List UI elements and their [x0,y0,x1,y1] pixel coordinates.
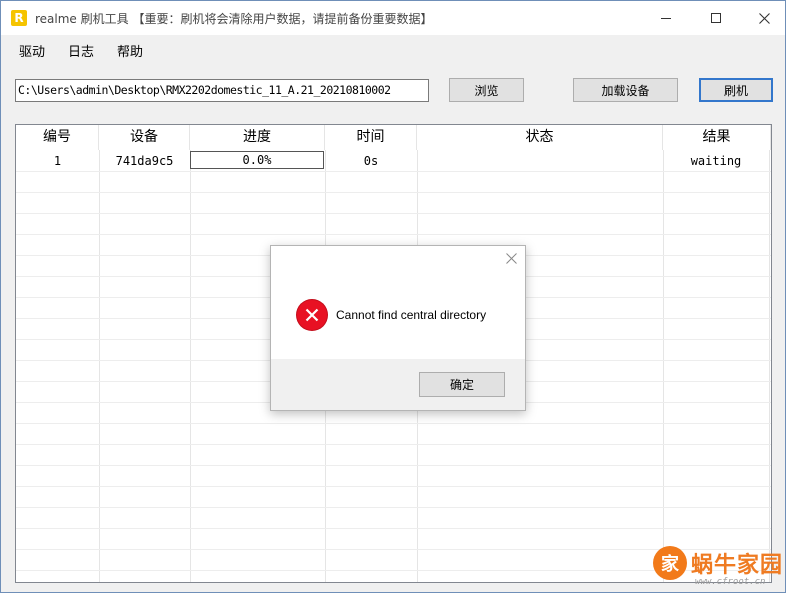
column-divider [769,150,770,582]
column-divider [99,150,100,582]
cell-status [417,152,663,170]
menu-item-driver[interactable]: 驱动 [19,41,45,60]
row-divider [16,444,771,445]
menu-item-log[interactable]: 日志 [68,41,94,60]
minimize-icon [661,17,671,19]
close-icon [758,12,770,24]
cell-time: 0s [363,154,379,168]
row-divider [16,213,771,214]
error-icon [297,300,327,330]
error-dialog: Cannot find central directory 确定 [270,245,526,411]
flash-button[interactable]: 刷机 [699,78,773,102]
maximize-button[interactable] [693,1,739,35]
load-device-button[interactable]: 加载设备 [573,78,678,102]
menu-bar: 驱动 日志 帮助 [1,35,785,63]
dialog-close-button[interactable] [503,252,519,268]
firmware-path-input[interactable]: C:\Users\admin\Desktop\RMX2202domestic_1… [15,79,429,102]
column-divider [190,150,191,582]
menu-item-help[interactable]: 帮助 [117,41,143,60]
row-divider [16,234,771,235]
close-icon [505,253,517,264]
cell-result: waiting [690,154,742,168]
column-header-time[interactable]: 时间 [325,125,417,150]
row-divider [16,192,771,193]
browse-button[interactable]: 浏览 [449,78,524,102]
cell-device: 741da9c5 [115,154,174,168]
row-divider [16,486,771,487]
column-header-progress[interactable]: 进度 [190,125,325,150]
minimize-button[interactable] [643,1,689,35]
row-divider [16,507,771,508]
row-divider [16,465,771,466]
ok-button[interactable]: 确定 [419,372,505,397]
column-header-id[interactable]: 编号 [16,125,99,150]
window-title: realme 刷机工具 【重要：刷机将会清除用户数据，请提前备份重要数据】 [35,12,433,26]
column-header-device[interactable]: 设备 [99,125,190,150]
row-divider [16,171,771,172]
close-button[interactable] [741,1,786,35]
watermark-text: 蜗牛家园 [691,553,784,578]
watermark: 家 蜗牛家园 www.cfroot.cn [629,541,786,593]
column-divider [663,150,664,582]
snail-logo-icon: 家 [653,546,687,580]
row-divider [16,528,771,529]
maximize-icon [711,13,721,23]
dialog-message: Cannot find central directory [336,308,487,322]
realme-logo-icon: R [11,10,27,26]
watermark-url: www.cfroot.cn [695,577,766,587]
app-window: R realme 刷机工具 【重要：刷机将会清除用户数据，请提前备份重要数据】 … [0,0,786,593]
cell-id: 1 [53,154,62,168]
dialog-footer: 确定 [271,359,525,410]
column-header-result[interactable]: 结果 [663,125,771,150]
title-bar: R realme 刷机工具 【重要：刷机将会清除用户数据，请提前备份重要数据】 [1,1,785,35]
progress-bar: 0.0% [190,151,324,169]
row-divider [16,423,771,424]
column-header-status[interactable]: 状态 [417,125,663,150]
